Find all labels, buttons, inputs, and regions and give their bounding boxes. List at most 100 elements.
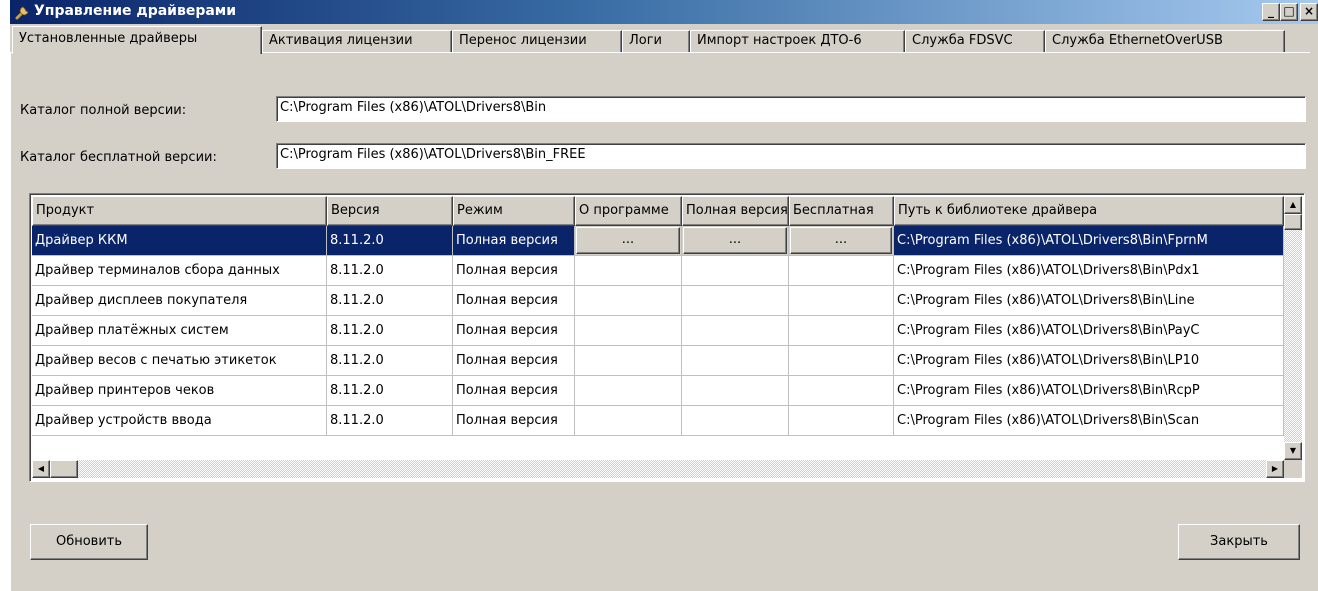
minimize-icon: _ [1268, 4, 1274, 18]
tab-strip: Установленные драйверы Активация лицензи… [10, 26, 1318, 54]
tab-license-transfer[interactable]: Перенос лицензии [452, 30, 622, 53]
wrench-icon [14, 3, 32, 21]
cell-free [789, 256, 894, 286]
cell-product[interactable]: Драйвер устройств ввода [32, 406, 327, 436]
arrow-left-icon: ◀ [37, 464, 45, 473]
cell-product[interactable]: Драйвер ККМ [32, 226, 327, 256]
cell-full-version [682, 346, 789, 376]
column-header-about[interactable]: О программе [575, 196, 682, 226]
maximize-button[interactable]: □ [1280, 3, 1298, 21]
horizontal-scroll-thumb[interactable] [50, 460, 78, 478]
cell-about [575, 316, 682, 346]
vertical-scrollbar[interactable]: ▲ ▼ [1284, 196, 1302, 460]
full-dir-input[interactable]: C:\Program Files (x86)\ATOL\Drivers8\Bin [276, 96, 1306, 122]
tab-installed-drivers[interactable]: Установленные драйверы [12, 26, 262, 54]
cell-product[interactable]: Драйвер терминалов сбора данных [32, 256, 327, 286]
cell-version[interactable]: 8.11.2.0 [327, 316, 453, 346]
cell-driver-path[interactable]: C:\Program Files (x86)\ATOL\Drivers8\Bin… [894, 346, 1284, 376]
arrow-right-icon: ▶ [1271, 464, 1279, 473]
cell-about [575, 256, 682, 286]
cell-free [789, 316, 894, 346]
cell-about: ... [575, 226, 682, 256]
window-title: Управление драйверами [34, 3, 237, 19]
drivers-table-body: Продукт Версия Режим О программе Полная … [32, 196, 1284, 460]
cell-free [789, 286, 894, 316]
column-header-driver-path[interactable]: Путь к библиотеке драйвера [894, 196, 1284, 226]
cell-about [575, 406, 682, 436]
close-window-button[interactable]: × [1300, 3, 1318, 21]
cell-version[interactable]: 8.11.2.0 [327, 226, 453, 256]
column-header-version[interactable]: Версия [327, 196, 453, 226]
cell-driver-path[interactable]: C:\Program Files (x86)\ATOL\Drivers8\Bin… [894, 316, 1284, 346]
minimize-button[interactable]: _ [1262, 3, 1280, 21]
tab-logs[interactable]: Логи [622, 30, 690, 53]
cell-about [575, 346, 682, 376]
column-header-free[interactable]: Бесплатная [789, 196, 894, 226]
arrow-down-icon: ▼ [1289, 446, 1297, 455]
close-button[interactable]: Закрыть [1178, 524, 1300, 560]
table-row[interactable]: Драйвер дисплеев покупателя 8.11.2.0 Полна… [32, 286, 1284, 316]
cell-driver-path[interactable]: C:\Program Files (x86)\ATOL\Drivers8\Bin… [894, 226, 1284, 256]
column-header-full-version[interactable]: Полная версия [682, 196, 789, 226]
table-row[interactable]: Драйвер весов с печатью этикеток 8.11.2.0… [32, 346, 1284, 376]
cell-mode[interactable]: Полная версия [453, 226, 575, 256]
cell-version[interactable]: 8.11.2.0 [327, 286, 453, 316]
cell-full-version [682, 406, 789, 436]
table-row[interactable]: Драйвер принтеров чеков 8.11.2.0 Полная ве… [32, 376, 1284, 406]
cell-full-version [682, 286, 789, 316]
full-dir-label: Каталог полной версии: [20, 103, 187, 118]
arrow-up-icon: ▲ [1289, 200, 1297, 209]
cell-version[interactable]: 8.11.2.0 [327, 256, 453, 286]
cell-mode[interactable]: Полная версия [453, 256, 575, 286]
cell-product[interactable]: Драйвер дисплеев покупателя [32, 286, 327, 316]
cell-full-version [682, 316, 789, 346]
free-dir-input[interactable]: C:\Program Files (x86)\ATOL\Drivers8\Bin… [276, 143, 1306, 169]
scroll-up-button[interactable]: ▲ [1284, 196, 1302, 214]
table-row[interactable]: Драйвер терминалов сбора данных 8.11.2.0 П… [32, 256, 1284, 286]
tab-fdsvc-service[interactable]: Служба FDSVC [905, 30, 1045, 53]
title-bar[interactable]: Управление драйверами _ □ × [10, 0, 1318, 24]
cell-free [789, 346, 894, 376]
scroll-down-button[interactable]: ▼ [1284, 442, 1302, 460]
cell-mode[interactable]: Полная версия [453, 346, 575, 376]
drivers-table[interactable]: Продукт Версия Режим О программе Полная … [29, 193, 1305, 482]
tab-import-dto6[interactable]: Импорт настроек ДТО-6 [690, 30, 905, 53]
column-header-mode[interactable]: Режим [453, 196, 575, 226]
free-version-button[interactable]: ... [790, 227, 892, 254]
column-header-product[interactable]: Продукт [32, 196, 327, 226]
cell-mode[interactable]: Полная версия [453, 406, 575, 436]
table-row[interactable]: Драйвер ККМ 8.11.2.0 Полная версия........… [32, 226, 1284, 256]
full-version-button[interactable]: ... [683, 227, 787, 254]
cell-mode[interactable]: Полная версия [453, 376, 575, 406]
scrollbar-corner [1284, 460, 1302, 478]
cell-product[interactable]: Драйвер принтеров чеков [32, 376, 327, 406]
vertical-scroll-thumb[interactable] [1284, 214, 1302, 230]
table-row[interactable]: Драйвер платёжных систем 8.11.2.0 Полная в… [32, 316, 1284, 346]
cell-about [575, 286, 682, 316]
cell-full-version: ... [682, 226, 789, 256]
scroll-right-button[interactable]: ▶ [1266, 460, 1284, 478]
cell-free [789, 376, 894, 406]
cell-mode[interactable]: Полная версия [453, 286, 575, 316]
horizontal-scrollbar[interactable]: ◀ ▶ [32, 460, 1284, 478]
cell-product[interactable]: Драйвер платёжных систем [32, 316, 327, 346]
table-row[interactable]: Драйвер устройств ввода 8.11.2.0 Полная ве… [32, 406, 1284, 436]
cell-full-version [682, 256, 789, 286]
maximize-icon: □ [1283, 4, 1295, 18]
cell-driver-path[interactable]: C:\Program Files (x86)\ATOL\Drivers8\Bin… [894, 406, 1284, 436]
cell-version[interactable]: 8.11.2.0 [327, 376, 453, 406]
cell-driver-path[interactable]: C:\Program Files (x86)\ATOL\Drivers8\Bin… [894, 376, 1284, 406]
cell-product[interactable]: Драйвер весов с печатью этикеток [32, 346, 327, 376]
cell-driver-path[interactable]: C:\Program Files (x86)\ATOL\Drivers8\Bin… [894, 256, 1284, 286]
scroll-left-button[interactable]: ◀ [32, 460, 50, 478]
cell-mode[interactable]: Полная версия [453, 316, 575, 346]
cell-version[interactable]: 8.11.2.0 [327, 346, 453, 376]
cell-version[interactable]: 8.11.2.0 [327, 406, 453, 436]
tab-license-activation[interactable]: Активация лицензии [262, 30, 452, 53]
cell-free [789, 406, 894, 436]
about-button[interactable]: ... [576, 227, 680, 254]
tab-ethernetoverusb-service[interactable]: Служба EthernetOverUSB [1045, 30, 1285, 53]
refresh-button[interactable]: Обновить [30, 524, 148, 560]
close-icon: × [1303, 4, 1315, 18]
cell-driver-path[interactable]: C:\Program Files (x86)\ATOL\Drivers8\Bin… [894, 286, 1284, 316]
